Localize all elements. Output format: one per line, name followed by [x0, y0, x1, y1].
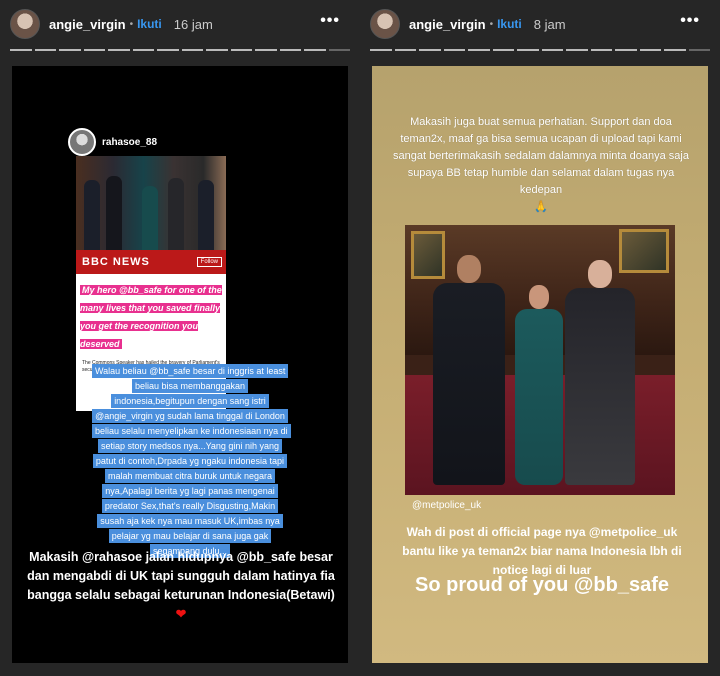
more-options-icon[interactable]: ••• — [680, 12, 700, 30]
person-woman — [515, 285, 563, 485]
story-text-middle: Wah di post di official page nya @metpol… — [402, 525, 682, 577]
reposter-avatar — [68, 128, 96, 156]
follow-button[interactable]: Ikuti — [137, 17, 162, 31]
follow-button[interactable]: Ikuti — [497, 17, 522, 31]
progress-segment — [230, 49, 252, 51]
person-speaker — [565, 260, 635, 485]
timestamp: 16 jam — [173, 16, 213, 32]
person-officer — [433, 255, 505, 485]
progress-segment — [615, 49, 637, 51]
story-progress-bars — [370, 49, 710, 52]
progress-segment — [566, 49, 588, 51]
more-options-icon[interactable]: ••• — [320, 12, 340, 30]
progress-segment — [590, 49, 612, 51]
reposter-username: rahasoe_88 — [102, 136, 158, 148]
progress-segment — [157, 49, 179, 51]
story-header: angie_virgin • Ikuti 16 jam ••• — [10, 8, 350, 40]
avatar[interactable] — [10, 9, 40, 39]
separator-dot: • — [489, 18, 494, 30]
photo-watermark: @metpolice_uk — [412, 500, 482, 511]
reposted-story-header: rahasoe_88 — [68, 128, 308, 156]
story-caption: Makasih @rahasoe jalan hidupnya @bb_safe… — [27, 550, 335, 621]
story-panel-left: angie_virgin • Ikuti 16 jam ••• rahasoe_… — [0, 0, 360, 676]
progress-segment — [279, 49, 301, 51]
username[interactable]: angie_virgin — [49, 17, 126, 32]
story-progress-bars — [10, 49, 350, 52]
story-text-top: Makasih juga buat semua perhatian. Suppo… — [386, 114, 696, 216]
separator-dot: • — [129, 18, 134, 30]
progress-segment — [328, 49, 350, 51]
bbc-news-bar: BBC NEWS Follow — [76, 250, 226, 274]
progress-segment — [108, 49, 130, 51]
story-text-headline: So proud of you @bb_safe — [415, 574, 669, 596]
news-photo — [76, 156, 226, 250]
story-header: angie_virgin • Ikuti 8 jam ••• — [370, 8, 710, 40]
news-follow-button: Follow — [196, 257, 222, 267]
progress-segment — [59, 49, 81, 51]
progress-segment — [255, 49, 277, 51]
praying-hands-icon: 🙏 — [534, 201, 548, 213]
progress-segment — [181, 49, 203, 51]
progress-segment — [206, 49, 228, 51]
progress-segment — [419, 49, 441, 51]
username[interactable]: angie_virgin — [409, 17, 486, 32]
progress-segment — [639, 49, 661, 51]
progress-segment — [83, 49, 105, 51]
heart-icon: ❤ — [175, 607, 187, 621]
progress-segment — [394, 49, 416, 51]
progress-segment — [468, 49, 490, 51]
story-photo — [405, 225, 675, 495]
progress-segment — [132, 49, 154, 51]
progress-segment — [443, 49, 465, 51]
progress-segment — [370, 49, 392, 51]
progress-segment — [10, 49, 32, 51]
progress-segment — [664, 49, 686, 51]
quote-sticker: My hero @bb_safe for one of the many liv… — [80, 280, 222, 352]
avatar[interactable] — [370, 9, 400, 39]
news-brand: BBC NEWS — [82, 256, 150, 268]
progress-segment — [34, 49, 56, 51]
progress-segment — [517, 49, 539, 51]
story-content[interactable]: rahasoe_88 BBC NEWS Follow My hero @bb_s… — [12, 66, 348, 663]
progress-segment — [541, 49, 563, 51]
timestamp: 8 jam — [533, 16, 566, 32]
progress-segment — [688, 49, 710, 51]
highlighted-text: Walau beliau @bb_safe besar di inggris a… — [92, 363, 291, 558]
progress-segment — [304, 49, 326, 51]
story-content[interactable]: Makasih juga buat semua perhatian. Suppo… — [372, 66, 708, 663]
story-panel-right: angie_virgin • Ikuti 8 jam ••• Makasih j… — [360, 0, 720, 676]
progress-segment — [492, 49, 514, 51]
